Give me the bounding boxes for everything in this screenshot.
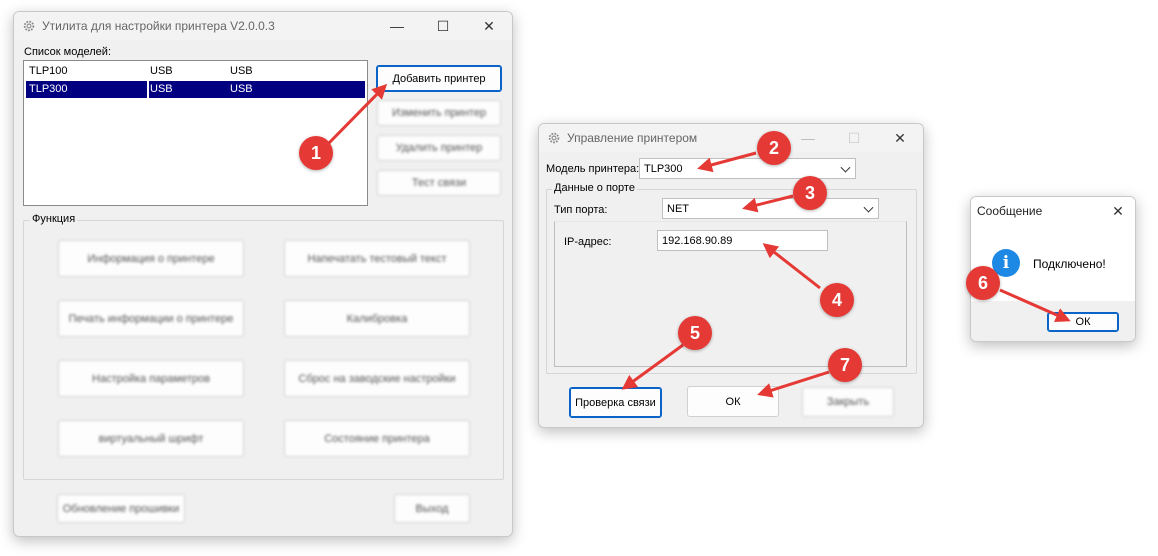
message-text: Подключено!: [1033, 257, 1106, 271]
minimize-icon[interactable]: —: [785, 124, 831, 152]
delete-printer-button[interactable]: Удалить принтер: [377, 135, 501, 161]
function-label: Функция: [30, 213, 78, 225]
chevron-down-icon: [840, 162, 851, 173]
port-group-label: Данные о порте: [552, 182, 637, 194]
maximize-icon[interactable]: ☐: [420, 12, 466, 40]
model-label: Модель принтера:: [546, 163, 640, 175]
printer-status-button[interactable]: Состояние принтера: [284, 420, 470, 457]
ok-button[interactable]: ОК: [687, 386, 779, 417]
message-box: Сообщение ✕ i Подключено! ОК: [970, 196, 1136, 342]
message-title: Сообщение: [977, 204, 1043, 218]
dialog-title: Управление принтером: [567, 131, 698, 145]
test-print-button[interactable]: Тест связи: [377, 170, 501, 196]
ip-address-value: 192.168.90.89: [662, 234, 733, 247]
virtual-font-button[interactable]: виртуальный шрифт: [58, 420, 244, 457]
print-printer-info-button[interactable]: Печать информации о принтере: [58, 300, 244, 337]
printer-info-button[interactable]: Информация о принтере: [58, 240, 244, 277]
check-connection-button[interactable]: Проверка связи: [569, 387, 662, 418]
main-titlebar: Утилита для настройки принтера V2.0.0.3 …: [14, 12, 512, 40]
edit-printer-button[interactable]: Изменить принтер: [377, 100, 501, 126]
step-marker-6: 6: [966, 266, 1000, 300]
model-select[interactable]: TLP300: [639, 158, 856, 179]
models-label: Список моделей:: [24, 46, 112, 58]
settings-button[interactable]: Настройка параметров: [58, 360, 244, 397]
model-conn: USB: [230, 83, 253, 95]
model-select-value: TLP300: [644, 162, 683, 175]
model-name: TLP300: [29, 83, 68, 95]
main-window-title: Утилита для настройки принтера V2.0.0.3: [42, 19, 275, 33]
model-name: TLP100: [29, 65, 68, 77]
info-glyph: i: [1002, 253, 1010, 273]
step-marker-4: 4: [820, 283, 854, 317]
step-marker-3: 3: [793, 176, 827, 210]
message-titlebar: Сообщение ✕: [971, 197, 1135, 225]
step-marker-2: 2: [757, 131, 791, 165]
gear-icon: [23, 20, 35, 32]
printer-dialog: Управление принтером — ☐ ✕ Модель принте…: [538, 123, 924, 428]
list-item[interactable]: TLP300 USB USB: [26, 81, 365, 98]
column-divider: [147, 81, 149, 98]
port-type-select[interactable]: NET: [662, 198, 879, 219]
maximize-icon[interactable]: ☐: [831, 124, 877, 152]
close-icon[interactable]: ✕: [466, 12, 512, 40]
ip-label: IP-адрес:: [564, 236, 612, 248]
close-icon[interactable]: ✕: [877, 124, 923, 152]
port-type-value: NET: [667, 202, 689, 215]
factory-reset-button[interactable]: Сброс на заводские настройки: [284, 360, 470, 397]
model-port: USB: [150, 83, 173, 95]
model-port: USB: [150, 65, 173, 77]
firmware-update-button[interactable]: Обновление прошивки: [57, 494, 185, 523]
calibration-button[interactable]: Калибровка: [284, 300, 470, 337]
step-marker-1: 1: [299, 136, 333, 170]
port-type-label: Тип порта:: [554, 204, 608, 216]
add-printer-button[interactable]: Добавить принтер: [376, 65, 502, 92]
close-icon[interactable]: ✕: [1101, 197, 1135, 225]
models-list[interactable]: TLP100 USB USB TLP300 USB USB: [23, 60, 368, 206]
print-test-text-button[interactable]: Напечатать тестовый текст: [284, 240, 470, 277]
ip-address-field[interactable]: 192.168.90.89: [657, 230, 828, 251]
message-ok-button[interactable]: ОК: [1047, 312, 1119, 332]
chevron-down-icon: [863, 202, 874, 213]
main-window: Утилита для настройки принтера V2.0.0.3 …: [13, 11, 513, 537]
minimize-icon[interactable]: —: [374, 12, 420, 40]
exit-button[interactable]: Выход: [394, 494, 470, 523]
step-marker-5: 5: [678, 316, 712, 350]
list-item[interactable]: TLP100 USB USB: [26, 63, 365, 79]
model-conn: USB: [230, 65, 253, 77]
step-marker-7: 7: [828, 348, 862, 382]
gear-icon: [548, 132, 560, 144]
close-button[interactable]: Закрыть: [802, 387, 894, 417]
dialog-titlebar: Управление принтером — ☐ ✕: [539, 124, 923, 152]
